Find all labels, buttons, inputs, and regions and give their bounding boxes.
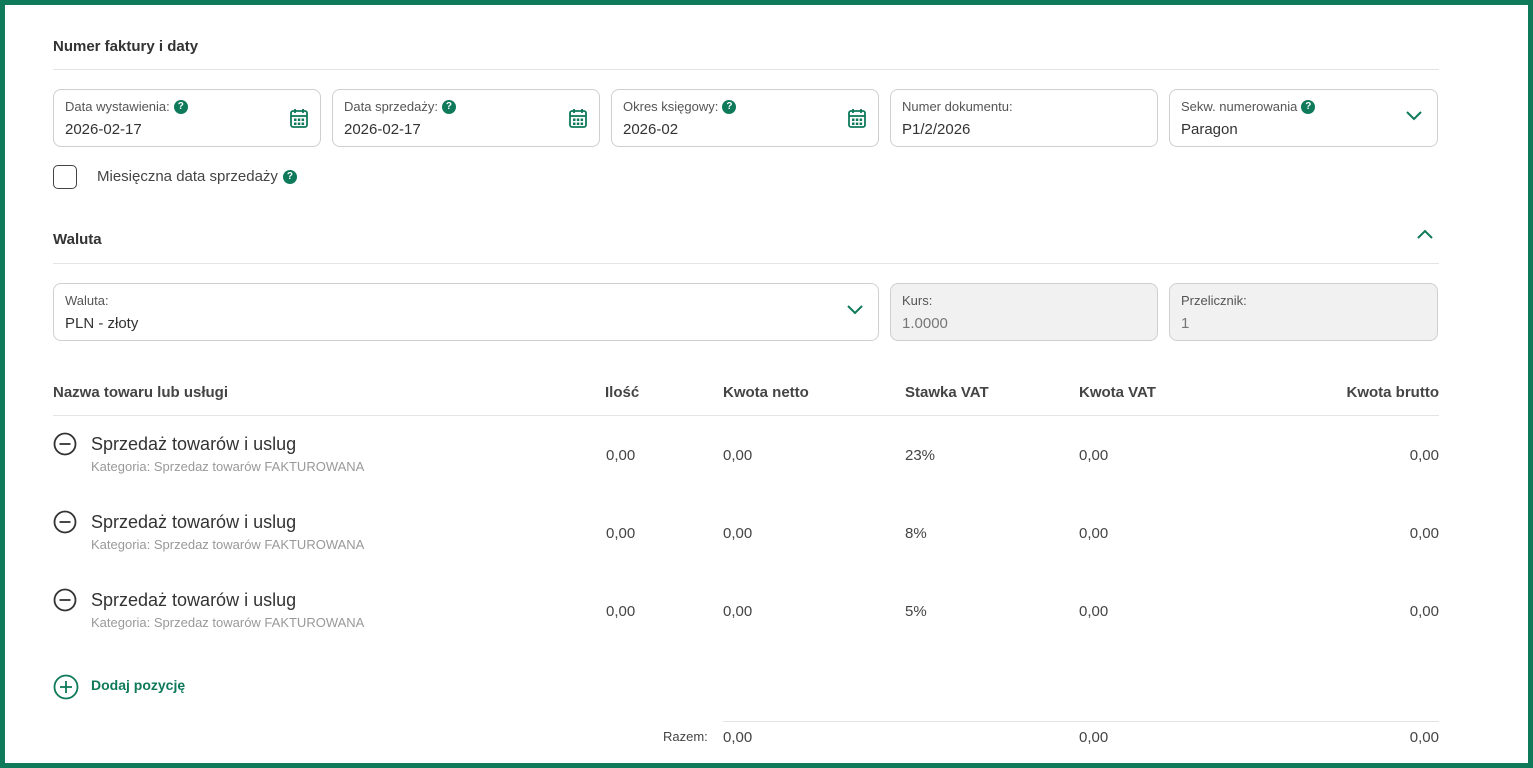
monthly-sale-date-checkbox[interactable] xyxy=(53,165,77,189)
totals-label: Razem: xyxy=(663,729,708,744)
totals-vat: 0,00 xyxy=(1079,729,1109,746)
row-gross[interactable]: 0,00 xyxy=(1255,525,1439,542)
row-vat-rate[interactable]: 8% xyxy=(905,525,927,542)
form-frame: Numer faktury i daty Data wystawienia:? … xyxy=(0,0,1533,768)
document-number-value[interactable]: P1/2/2026 xyxy=(902,121,970,138)
document-number-field[interactable]: Numer dokumentu: P1/2/2026 xyxy=(890,89,1158,147)
converter-value: 1 xyxy=(1181,315,1190,332)
remove-row-icon[interactable] xyxy=(53,588,77,612)
monthly-sale-date-label: Miesięczna data sprzedaży xyxy=(97,168,278,185)
row-qty[interactable]: 0,00 xyxy=(606,603,635,620)
numbering-sequence-select[interactable]: Sekw. numerowania? Paragon xyxy=(1169,89,1438,147)
row-qty[interactable]: 0,00 xyxy=(606,525,635,542)
row-gross[interactable]: 0,00 xyxy=(1255,447,1439,464)
sale-date-field[interactable]: Data sprzedaży:? 2026-02-17 xyxy=(332,89,600,147)
help-icon[interactable]: ? xyxy=(722,99,737,114)
row-gross[interactable]: 0,00 xyxy=(1255,603,1439,620)
help-icon[interactable]: ? xyxy=(173,99,188,114)
row-qty[interactable]: 0,00 xyxy=(606,447,635,464)
rate-label: Kurs: xyxy=(902,293,933,308)
calendar-icon[interactable] xyxy=(848,108,866,128)
column-header-name: Nazwa towaru lub usługi xyxy=(53,384,229,401)
rate-value: 1.0000 xyxy=(902,315,948,332)
row-category: Kategoria: Sprzedaz towarów FAKTUROWANA xyxy=(91,537,365,552)
row-vat: 0,00 xyxy=(1079,447,1109,464)
row-net[interactable]: 0,00 xyxy=(723,603,752,620)
add-item-button[interactable]: Dodaj pozycję xyxy=(91,677,185,693)
sale-date-value[interactable]: 2026-02-17 xyxy=(344,121,421,138)
divider xyxy=(53,263,1439,264)
converter-label: Przelicznik: xyxy=(1181,293,1247,308)
issue-date-value[interactable]: 2026-02-17 xyxy=(65,121,142,138)
row-name: Sprzedaż towarów i uslug xyxy=(91,434,297,454)
row-name: Sprzedaż towarów i uslug xyxy=(91,512,297,532)
currency-value[interactable]: PLN - złoty xyxy=(65,315,138,332)
sale-date-label: Data sprzedaży: xyxy=(344,99,438,114)
add-circle-icon[interactable] xyxy=(53,674,79,700)
totals-gross: 0,00 xyxy=(1409,729,1439,746)
row-vat-rate[interactable]: 23% xyxy=(905,447,935,464)
row-vat: 0,00 xyxy=(1079,525,1109,542)
row-category: Kategoria: Sprzedaz towarów FAKTUROWANA xyxy=(91,615,365,630)
row-name: Sprzedaż towarów i uslug xyxy=(91,590,297,610)
issue-date-field[interactable]: Data wystawienia:? 2026-02-17 xyxy=(53,89,321,147)
help-icon[interactable]: ? xyxy=(282,169,297,184)
row-vat: 0,00 xyxy=(1079,603,1109,620)
chevron-up-icon[interactable] xyxy=(1416,228,1434,240)
remove-row-icon[interactable] xyxy=(53,432,77,456)
column-header-vat-rate: Stawka VAT xyxy=(905,384,989,401)
totals-divider xyxy=(723,721,1439,722)
divider xyxy=(53,415,1439,416)
help-icon[interactable]: ? xyxy=(441,99,456,114)
column-header-gross: Kwota brutto xyxy=(1346,384,1439,401)
rate-field: Kurs: 1.0000 xyxy=(890,283,1158,341)
accounting-period-field[interactable]: Okres księgowy:? 2026-02 xyxy=(611,89,879,147)
row-net[interactable]: 0,00 xyxy=(723,525,752,542)
currency-label: Waluta: xyxy=(65,293,109,308)
row-category: Kategoria: Sprzedaz towarów FAKTUROWANA xyxy=(91,459,365,474)
totals-net: 0,00 xyxy=(723,729,753,746)
column-header-qty: Ilość xyxy=(605,384,640,401)
issue-date-label: Data wystawienia: xyxy=(65,99,170,114)
row-vat-rate[interactable]: 5% xyxy=(905,603,927,620)
accounting-period-label: Okres księgowy: xyxy=(623,99,719,114)
section-title-currency: Waluta xyxy=(53,231,102,248)
divider xyxy=(53,69,1439,70)
calendar-icon[interactable] xyxy=(569,108,587,128)
currency-select[interactable]: Waluta: PLN - złoty xyxy=(53,283,879,341)
row-net[interactable]: 0,00 xyxy=(723,447,752,464)
help-icon[interactable]: ? xyxy=(1301,99,1316,114)
section-title-invoice: Numer faktury i daty xyxy=(53,38,199,55)
remove-row-icon[interactable] xyxy=(53,510,77,534)
column-header-vat: Kwota VAT xyxy=(1079,384,1156,401)
calendar-icon[interactable] xyxy=(290,108,308,128)
numbering-sequence-value[interactable]: Paragon xyxy=(1181,121,1238,138)
chevron-down-icon[interactable] xyxy=(1405,110,1423,122)
accounting-period-value[interactable]: 2026-02 xyxy=(623,121,678,138)
converter-field: Przelicznik: 1 xyxy=(1169,283,1438,341)
numbering-sequence-label: Sekw. numerowania xyxy=(1181,99,1298,114)
document-number-label: Numer dokumentu: xyxy=(902,99,1013,114)
chevron-down-icon[interactable] xyxy=(846,304,864,316)
column-header-net: Kwota netto xyxy=(723,384,809,401)
